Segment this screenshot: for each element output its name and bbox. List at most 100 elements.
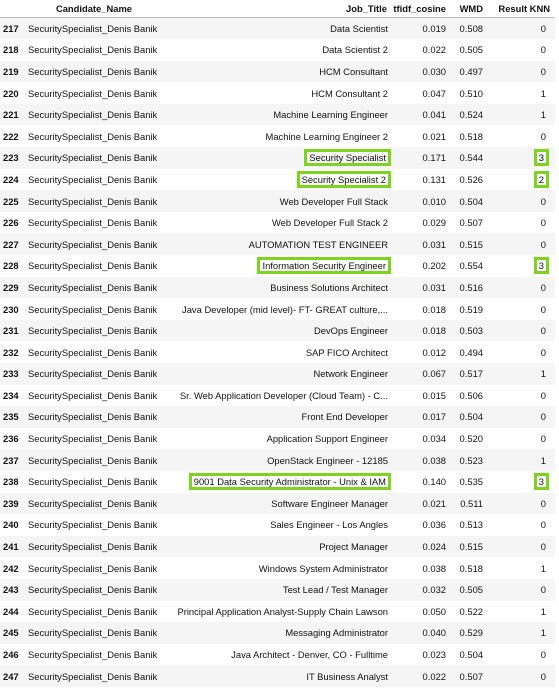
wmd-cell-text: 0.526 <box>459 173 483 185</box>
tfidf-cosine-cell-text: 0.012 <box>422 346 446 358</box>
candidate-name-cell-text: SecuritySpecialist_Denis Banik <box>28 627 158 639</box>
wmd-cell-text: 0.508 <box>459 23 483 35</box>
wmd-cell: 0.513 <box>451 514 488 536</box>
row-index-text: 244 <box>3 605 19 617</box>
wmd-cell: 0.522 <box>451 601 488 623</box>
tfidf-cosine-cell: 0.050 <box>392 601 451 623</box>
result-knn-cell-text: 1 <box>540 454 546 466</box>
job-title-cell: Sales Engineer - Los Angles <box>164 514 392 536</box>
wmd-cell: 0.554 <box>451 255 488 277</box>
tfidf-cosine-cell-text: 0.018 <box>422 303 446 315</box>
table-row: 217 SecuritySpecialist_Denis Banik Data Sc… <box>0 17 555 40</box>
candidate-name-cell: SecuritySpecialist_Denis Banik <box>24 104 164 126</box>
candidate-name-cell: SecuritySpecialist_Denis Banik <box>24 449 164 471</box>
result-knn-cell: 0 <box>488 233 555 255</box>
wmd-cell-text: 0.513 <box>459 519 483 531</box>
job-title-cell: Java Architect - Denver, CO - Fulltime <box>164 644 392 666</box>
job-title-cell-text: Web Developer Full Stack 2 <box>271 217 388 229</box>
result-knn-cell-text: 0 <box>540 519 546 531</box>
wmd-cell: 0.526 <box>451 169 488 191</box>
wmd-cell: 0.507 <box>451 212 488 234</box>
table-row: 220 SecuritySpecialist_Denis Banik HCM Con… <box>0 82 555 104</box>
result-knn-cell-text: 0 <box>540 346 546 358</box>
tfidf-cosine-cell: 0.140 <box>392 471 451 493</box>
candidate-name-cell: SecuritySpecialist_Denis Banik <box>24 18 164 40</box>
table-row: 244 SecuritySpecialist_Denis Banik Princip… <box>0 601 555 623</box>
row-index: 228 <box>0 255 24 277</box>
tfidf-cosine-cell-text: 0.010 <box>422 195 446 207</box>
row-index: 240 <box>0 514 24 536</box>
row-index: 231 <box>0 320 24 342</box>
job-title-cell: Web Developer Full Stack <box>164 190 392 212</box>
job-title-cell-text: Front End Developer <box>301 411 388 423</box>
row-index-text: 241 <box>3 541 19 553</box>
result-knn-cell: 0 <box>488 277 555 299</box>
wmd-cell-text: 0.503 <box>459 325 483 337</box>
row-index-text: 227 <box>3 238 19 250</box>
result-knn-cell-text: 0 <box>540 325 546 337</box>
row-index-text: 245 <box>3 627 19 639</box>
tfidf-cosine-cell: 0.040 <box>392 622 451 644</box>
row-index: 242 <box>0 557 24 579</box>
highlighted-knn-value: 2 <box>533 170 550 188</box>
row-index: 227 <box>0 233 24 255</box>
candidate-name-cell: SecuritySpecialist_Denis Banik <box>24 255 164 277</box>
wmd-cell-text: 0.505 <box>459 584 483 596</box>
job-title-cell-text: Sales Engineer - Los Angles <box>270 519 388 531</box>
wmd-cell: 0.518 <box>451 557 488 579</box>
job-title-cell: Messaging Administrator <box>164 622 392 644</box>
result-knn-cell-text: 0 <box>540 389 546 401</box>
candidate-name-cell: SecuritySpecialist_Denis Banik <box>24 61 164 83</box>
highlighted-job-title: 9001 Data Security Administrator - Unix … <box>188 473 392 491</box>
job-title-cell-text: Windows System Administrator <box>258 562 388 574</box>
wmd-cell: 0.511 <box>451 493 488 515</box>
job-title-cell-text: Application Support Engineer <box>266 433 388 445</box>
job-title-cell: Data Scientist 2 <box>164 39 392 61</box>
candidate-name-cell-text: SecuritySpecialist_Denis Banik <box>28 476 158 488</box>
row-index: 221 <box>0 104 24 126</box>
result-knn-cell: 1 <box>488 104 555 126</box>
tfidf-cosine-cell-text: 0.050 <box>422 605 446 617</box>
wmd-cell: 0.520 <box>451 428 488 450</box>
job-title-cell: HCM Consultant <box>164 61 392 83</box>
highlighted-job-title: Security Specialist 2 <box>296 170 392 188</box>
tfidf-cosine-cell: 0.041 <box>392 104 451 126</box>
result-knn-cell: 0 <box>488 320 555 342</box>
candidate-name-cell: SecuritySpecialist_Denis Banik <box>24 428 164 450</box>
candidate-name-cell-text: SecuritySpecialist_Denis Banik <box>28 152 158 164</box>
row-index: 226 <box>0 212 24 234</box>
highlighted-knn-value: 3 <box>533 473 550 491</box>
row-index: 235 <box>0 406 24 428</box>
tfidf-cosine-cell-text: 0.032 <box>422 584 446 596</box>
result-knn-cell-text: 0 <box>540 670 546 682</box>
job-title-cell-text: Data Scientist 2 <box>322 44 388 56</box>
tfidf-cosine-cell-text: 0.034 <box>422 433 446 445</box>
result-knn-cell-text: 1 <box>540 562 546 574</box>
result-knn-cell: 1 <box>488 601 555 623</box>
tfidf-cosine-cell: 0.012 <box>392 341 451 363</box>
wmd-cell: 0.510 <box>451 82 488 104</box>
wmd-cell-text: 0.504 <box>459 411 483 423</box>
result-knn-cell: 0 <box>488 125 555 147</box>
tfidf-cosine-cell-text: 0.036 <box>422 519 446 531</box>
job-title-cell: Test Lead / Test Manager <box>164 579 392 601</box>
row-index: 236 <box>0 428 24 450</box>
candidate-name-cell-text: SecuritySpecialist_Denis Banik <box>28 238 158 250</box>
result-knn-cell-text: 0 <box>540 584 546 596</box>
wmd-cell: 0.517 <box>451 363 488 385</box>
row-index: 224 <box>0 169 24 191</box>
wmd-cell-text: 0.494 <box>459 346 483 358</box>
result-knn-cell: 0 <box>488 61 555 83</box>
job-title-cell-text: IT Business Analyst <box>306 670 388 682</box>
tfidf-cosine-cell-text: 0.140 <box>422 476 446 488</box>
candidate-name-cell-text: SecuritySpecialist_Denis Banik <box>28 584 158 596</box>
wmd-cell: 0.504 <box>451 190 488 212</box>
tfidf-cosine-cell-text: 0.038 <box>422 562 446 574</box>
wmd-cell: 0.504 <box>451 644 488 666</box>
wmd-cell-text: 0.510 <box>459 87 483 99</box>
wmd-cell: 0.503 <box>451 320 488 342</box>
result-knn-cell: 1 <box>488 622 555 644</box>
row-index-text: 220 <box>3 87 19 99</box>
table-row: 231 SecuritySpecialist_Denis Banik DevOps … <box>0 319 555 342</box>
row-index: 241 <box>0 536 24 558</box>
